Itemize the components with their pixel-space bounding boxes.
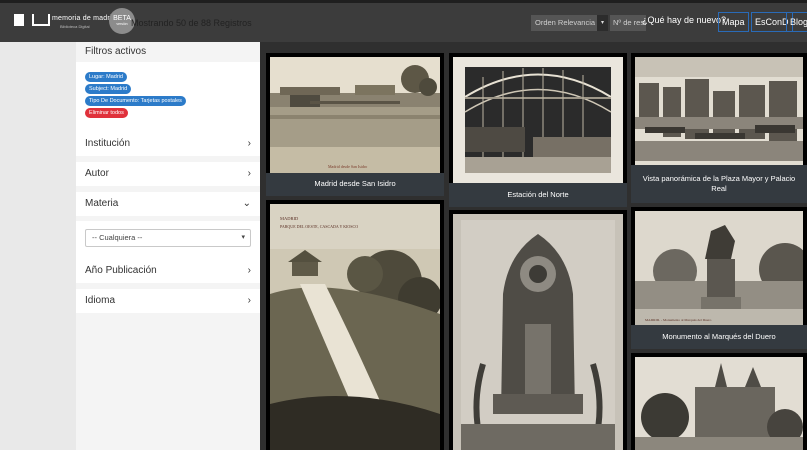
result-thumbnail[interactable] <box>453 214 623 450</box>
chevron-down-icon: ⌄ <box>242 198 251 209</box>
facet-materia-panel: -- Cualquiera -- ▾ <box>76 221 260 259</box>
chevron-down-icon: ▾ <box>241 234 245 241</box>
result-card[interactable]: MADRID PARQUE DEL OESTE, CASCADA Y KIOSC… <box>266 200 444 450</box>
materia-select[interactable]: -- Cualquiera -- ▾ <box>85 229 251 247</box>
sort-select[interactable]: Orden Relevancia <box>531 15 597 31</box>
remove-all-filters-button[interactable]: Eliminar todos <box>85 108 128 118</box>
active-filters-title: Filtros activos <box>85 46 147 57</box>
active-filters-list: Lugar: Madrid Subject: Madrid Tipo De Do… <box>76 62 260 132</box>
postcard-monument-image <box>635 211 803 325</box>
result-title[interactable]: Estación del Norte <box>449 183 627 207</box>
facet-materia[interactable]: Materia ⌄ <box>76 192 260 216</box>
results-gallery: Madrid desde San Isidro Madrid desde San… <box>260 42 807 450</box>
result-card[interactable]: MADRID. - Monumento al Marqués del Duero… <box>631 207 807 349</box>
facet-idioma-label: Idioma <box>85 295 116 306</box>
chevron-right-icon: › <box>247 168 251 179</box>
top-stripe <box>0 0 807 3</box>
app-page: memoria de madrid Biblioteca Digital BET… <box>0 0 807 450</box>
results-count: Mostrando 50 de 88 Registros <box>131 18 252 28</box>
chevron-right-icon: › <box>247 265 251 276</box>
result-thumbnail[interactable]: MADRID. - Monumento al Marqués del Duero <box>635 211 803 325</box>
postcard-river-image <box>270 57 440 173</box>
result-thumbnail[interactable] <box>635 57 803 165</box>
nav-blog[interactable]: Blog <box>786 12 807 32</box>
result-thumbnail[interactable]: Madrid desde San Isidro <box>270 57 440 173</box>
postcard-station-image <box>453 57 623 183</box>
result-thumbnail[interactable]: MADRID PARQUE DEL OESTE, CASCADA Y KIOSC… <box>270 204 440 450</box>
facet-institucion-label: Institución <box>85 138 131 149</box>
filters-sidebar: Filtros activos Lugar: Madrid Subject: M… <box>76 42 260 450</box>
filter-chip-tipo[interactable]: Tipo De Documento: Tarjetas postales <box>85 96 186 106</box>
facet-idioma[interactable]: Idioma › <box>76 289 260 313</box>
result-card[interactable] <box>449 210 627 450</box>
chevron-right-icon: › <box>247 138 251 149</box>
madrid-logo-icon[interactable] <box>14 14 24 26</box>
nav-map[interactable]: Mapa <box>718 12 749 32</box>
nav-whats-new[interactable]: ¿Qué hay de nuevo? <box>642 15 726 25</box>
result-thumbnail[interactable] <box>453 57 623 183</box>
beta-label: BETA <box>113 15 131 22</box>
left-margin <box>0 42 76 450</box>
result-thumbnail[interactable] <box>635 357 803 450</box>
facet-autor-label: Autor <box>85 168 109 179</box>
postcard-caption: MADRID <box>280 216 299 221</box>
memoria-logo-icon[interactable] <box>32 14 50 26</box>
result-title[interactable]: Vista panorámica de la Plaza Mayor y Pal… <box>631 165 807 203</box>
result-card[interactable] <box>631 353 807 450</box>
facet-anio-label: Año Publicación <box>85 265 157 276</box>
facet-materia-label: Materia <box>85 198 119 209</box>
filter-chip-subject[interactable]: Subject: Madrid <box>85 84 132 94</box>
result-title[interactable]: Monumento al Marqués del Duero <box>631 325 807 349</box>
result-title[interactable]: Madrid desde San Isidro <box>266 173 444 196</box>
per-page-select[interactable]: Nº de resultados <box>610 15 646 31</box>
facet-anio[interactable]: Año Publicación › <box>76 259 260 283</box>
postcard-fountain-image <box>453 214 623 450</box>
facet-autor[interactable]: Autor › <box>76 162 260 186</box>
postcard-caption: PARQUE DEL OESTE, CASCADA Y KIOSCO <box>280 224 359 229</box>
site-title[interactable]: memoria de madrid <box>52 15 116 22</box>
postcard-church-image <box>635 357 803 450</box>
sort-direction-button[interactable]: ▾ <box>597 15 608 31</box>
postcard-caption: MADRID. - Monumento al Marqués del Duero <box>645 318 712 322</box>
result-card[interactable]: Vista panorámica de la Plaza Mayor y Pal… <box>631 53 807 203</box>
postcard-caption: Madrid desde San Isidro <box>328 164 368 169</box>
postcard-park-image <box>270 204 440 450</box>
postcard-panorama-image <box>635 57 803 165</box>
result-card[interactable]: Estación del Norte <box>449 53 627 207</box>
result-card[interactable]: Madrid desde San Isidro Madrid desde San… <box>266 53 444 196</box>
materia-select-value: -- Cualquiera -- <box>92 233 143 242</box>
facet-institucion[interactable]: Institución › <box>76 132 260 156</box>
top-bar: memoria de madrid Biblioteca Digital BET… <box>0 0 807 42</box>
filter-chip-lugar[interactable]: Lugar: Madrid <box>85 72 127 82</box>
chevron-right-icon: › <box>247 295 251 306</box>
site-subtitle: Biblioteca Digital <box>60 24 90 29</box>
